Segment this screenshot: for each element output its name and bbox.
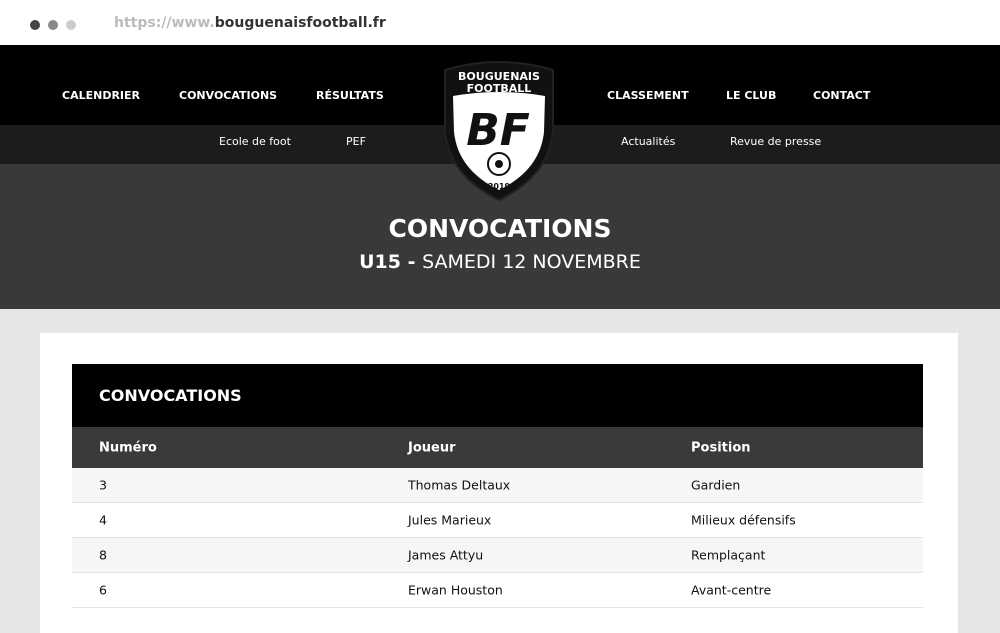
nav-le-club[interactable]: LE CLUB	[726, 89, 776, 102]
table-body: 3 Thomas Deltaux Gardien 4 Jules Marieux Mil…	[72, 468, 923, 608]
table-row: 8 James Attyu Remplaçant	[72, 538, 923, 573]
nav-calendrier[interactable]: CALENDRIER	[62, 89, 140, 102]
separator: -	[400, 251, 423, 273]
col-joueur: Joueur	[408, 440, 456, 455]
table-row: 3 Thomas Deltaux Gardien	[72, 468, 923, 503]
window-close-dot[interactable]	[30, 20, 40, 30]
convocations-table: CONVOCATIONS Numéro Joueur Position 3 Tho…	[72, 364, 923, 608]
subnav-pef[interactable]: PEF	[346, 135, 366, 148]
subnav-revue-de-presse[interactable]: Revue de presse	[730, 135, 821, 148]
table-header-row: Numéro Joueur Position	[72, 427, 923, 468]
url-prefix: https://www.	[114, 15, 215, 31]
subnav-actualites[interactable]: Actualités	[621, 135, 675, 148]
logo-initials: BF	[466, 105, 530, 156]
table-title: CONVOCATIONS	[72, 364, 923, 427]
page-title: CONVOCATIONS	[388, 214, 612, 243]
nav-convocations[interactable]: CONVOCATIONS	[179, 89, 277, 102]
col-numero: Numéro	[99, 440, 157, 455]
subnav-ecole-de-foot[interactable]: Ecole de foot	[219, 135, 291, 148]
nav-classement[interactable]: CLASSEMENT	[607, 89, 689, 102]
cell-position: Gardien	[691, 477, 741, 493]
cell-joueur: Thomas Deltaux	[408, 477, 511, 493]
table-row: 6 Erwan Houston Avant-centre	[72, 573, 923, 608]
address-bar[interactable]: https://www.bouguenaisfootball.fr	[114, 15, 386, 31]
logo-text-middle: FOOTBALL	[467, 82, 532, 95]
page-subtitle: U15 - SAMEDI 12 NOVEMBRE	[0, 251, 1000, 273]
club-logo[interactable]: BOUGUENAIS FOOTBALL BF 2019	[440, 60, 558, 202]
match-date: SAMEDI 12 NOVEMBRE	[422, 251, 641, 273]
url-domain: bouguenaisfootball.fr	[214, 15, 386, 31]
nav-contact[interactable]: CONTACT	[813, 89, 870, 102]
window-maximize-dot[interactable]	[66, 20, 76, 30]
browser-bar: https://www.bouguenaisfootball.fr	[0, 0, 1000, 45]
table-row: 4 Jules Marieux Milieux défensifs	[72, 503, 923, 538]
cell-position: Remplaçant	[691, 547, 766, 563]
logo-year: 2019	[488, 182, 511, 191]
cell-joueur: James Attyu	[408, 547, 484, 563]
content-card: CONVOCATIONS Numéro Joueur Position 3 Tho…	[40, 333, 958, 633]
cell-joueur: Jules Marieux	[408, 512, 492, 528]
cell-position: Avant-centre	[691, 582, 772, 598]
cell-numero: 4	[99, 512, 107, 528]
window-minimize-dot[interactable]	[48, 20, 58, 30]
cell-numero: 3	[99, 477, 107, 493]
cell-joueur: Erwan Houston	[408, 582, 503, 598]
nav-resultats[interactable]: RÉSULTATS	[316, 89, 384, 102]
cell-position: Milieux défensifs	[691, 512, 796, 528]
cell-numero: 6	[99, 582, 107, 598]
col-position: Position	[691, 440, 751, 455]
team-label: U15	[359, 251, 401, 273]
cell-numero: 8	[99, 547, 107, 563]
